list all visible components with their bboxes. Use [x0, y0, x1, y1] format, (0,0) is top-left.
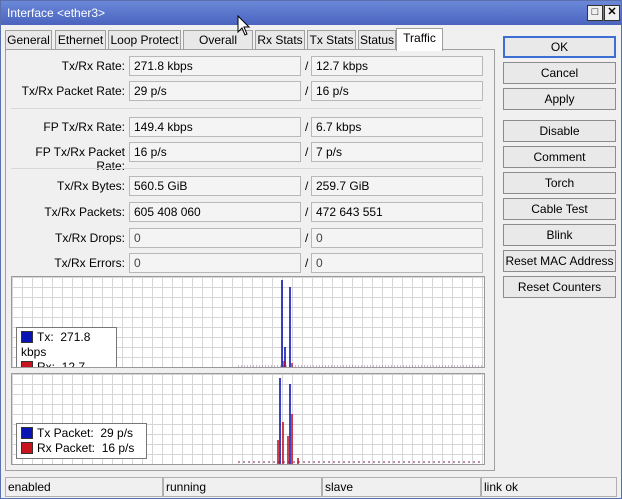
window-title: Interface <ether3> [7, 6, 106, 20]
rx-rate-field: 12.7 kbps [311, 56, 483, 76]
tx-traffic-series [281, 280, 291, 367]
traffic-graph: Tx: 271.8 kbps Rx: 12.7 kbps [11, 276, 485, 368]
tx-packet-legend-value: 29 p/s [100, 426, 134, 440]
reset-counters-button[interactable]: Reset Counters [503, 276, 616, 298]
comment-button[interactable]: Comment [503, 146, 616, 168]
tx-packet-rate-field: 29 p/s [129, 81, 301, 101]
fp-tx-packet-rate-field: 16 p/s [129, 142, 301, 162]
fp-tx-rate-field: 149.4 kbps [129, 117, 301, 137]
rx-swatch [21, 361, 33, 367]
fp-rate-label: FP Tx/Rx Rate: [43, 120, 125, 134]
tab-rx-stats[interactable]: Rx Stats [255, 30, 305, 50]
divider [11, 168, 481, 169]
tx-rate-field: 271.8 kbps [129, 56, 301, 76]
tx-swatch [21, 331, 33, 343]
rx-packet-rate-field: 16 p/s [311, 81, 483, 101]
tab-ethernet[interactable]: Ethernet [55, 30, 106, 50]
cancel-button[interactable]: Cancel [503, 62, 616, 84]
separator-slash: / [305, 256, 309, 270]
tx-packet-legend-label: Tx Packet: [37, 426, 94, 440]
separator-slash: / [305, 205, 309, 219]
tx-bytes-field: 560.5 GiB [129, 176, 301, 196]
rx-errors-field: 0 [311, 253, 483, 273]
interface-window: Interface <ether3> □ ✕ General Ethernet … [0, 0, 622, 499]
status-link: link ok [481, 477, 617, 497]
rx-legend-label: Rx: [37, 360, 55, 368]
tx-errors-field: 0 [129, 253, 301, 273]
cable-test-button[interactable]: Cable Test [503, 198, 616, 220]
traffic-legend: Tx: 271.8 kbps Rx: 12.7 kbps [16, 327, 117, 368]
tab-status[interactable]: Status [358, 30, 396, 50]
restore-icon[interactable]: □ [587, 5, 603, 21]
drops-label: Tx/Rx Drops: [54, 231, 125, 245]
ok-button[interactable]: OK [503, 36, 616, 58]
tab-general[interactable]: General [5, 30, 52, 50]
errors-label: Tx/Rx Errors: [54, 256, 125, 270]
separator-slash: / [305, 179, 309, 193]
tx-drops-field: 0 [129, 228, 301, 248]
separator-slash: / [305, 84, 309, 98]
title-bar[interactable]: Interface <ether3> □ ✕ [1, 1, 621, 25]
tx-rx-rate-label: Tx/Rx Rate: [61, 59, 125, 73]
fp-rx-packet-rate-field: 7 p/s [311, 142, 483, 162]
rx-packet-legend-value: 16 p/s [101, 441, 135, 455]
rx-packet-swatch [21, 442, 33, 454]
separator-slash: / [305, 120, 309, 134]
mouse-cursor-icon [237, 15, 251, 36]
separator-slash: / [305, 231, 309, 245]
separator-slash: / [305, 59, 309, 73]
packets-label: Tx/Rx Packets: [44, 205, 125, 219]
packet-rate-label: Tx/Rx Packet Rate: [21, 84, 125, 98]
close-icon[interactable]: ✕ [604, 5, 620, 21]
torch-button[interactable]: Torch [503, 172, 616, 194]
rx-bytes-field: 259.7 GiB [311, 176, 483, 196]
status-running: running [163, 477, 322, 497]
tab-tx-stats[interactable]: Tx Stats [307, 30, 356, 50]
separator-slash: / [305, 145, 309, 159]
blink-button[interactable]: Blink [503, 224, 616, 246]
status-bar: enabled running slave link ok [5, 477, 617, 497]
rx-packet-legend-label: Rx Packet: [37, 441, 96, 455]
disable-button[interactable]: Disable [503, 120, 616, 142]
status-enabled: enabled [5, 477, 163, 497]
packets-legend: Tx Packet: 29 p/s Rx Packet: 16 p/s [16, 423, 147, 459]
rx-packets-field: 472 643 551 [311, 202, 483, 222]
fp-rx-rate-field: 6.7 kbps [311, 117, 483, 137]
packets-graph: Tx Packet: 29 p/s Rx Packet: 16 p/s [11, 373, 485, 465]
divider [11, 108, 481, 109]
rx-drops-field: 0 [311, 228, 483, 248]
bytes-label: Tx/Rx Bytes: [56, 179, 125, 193]
status-slave: slave [322, 477, 481, 497]
rx-packet-series [277, 414, 299, 464]
apply-button[interactable]: Apply [503, 88, 616, 110]
tx-legend-label: Tx: [37, 330, 54, 344]
tx-packet-swatch [21, 427, 33, 439]
tab-traffic[interactable]: Traffic [396, 28, 443, 51]
tx-packets-field: 605 408 060 [129, 202, 301, 222]
tab-loop-protect[interactable]: Loop Protect [108, 30, 181, 50]
reset-mac-address-button[interactable]: Reset MAC Address [503, 250, 616, 272]
